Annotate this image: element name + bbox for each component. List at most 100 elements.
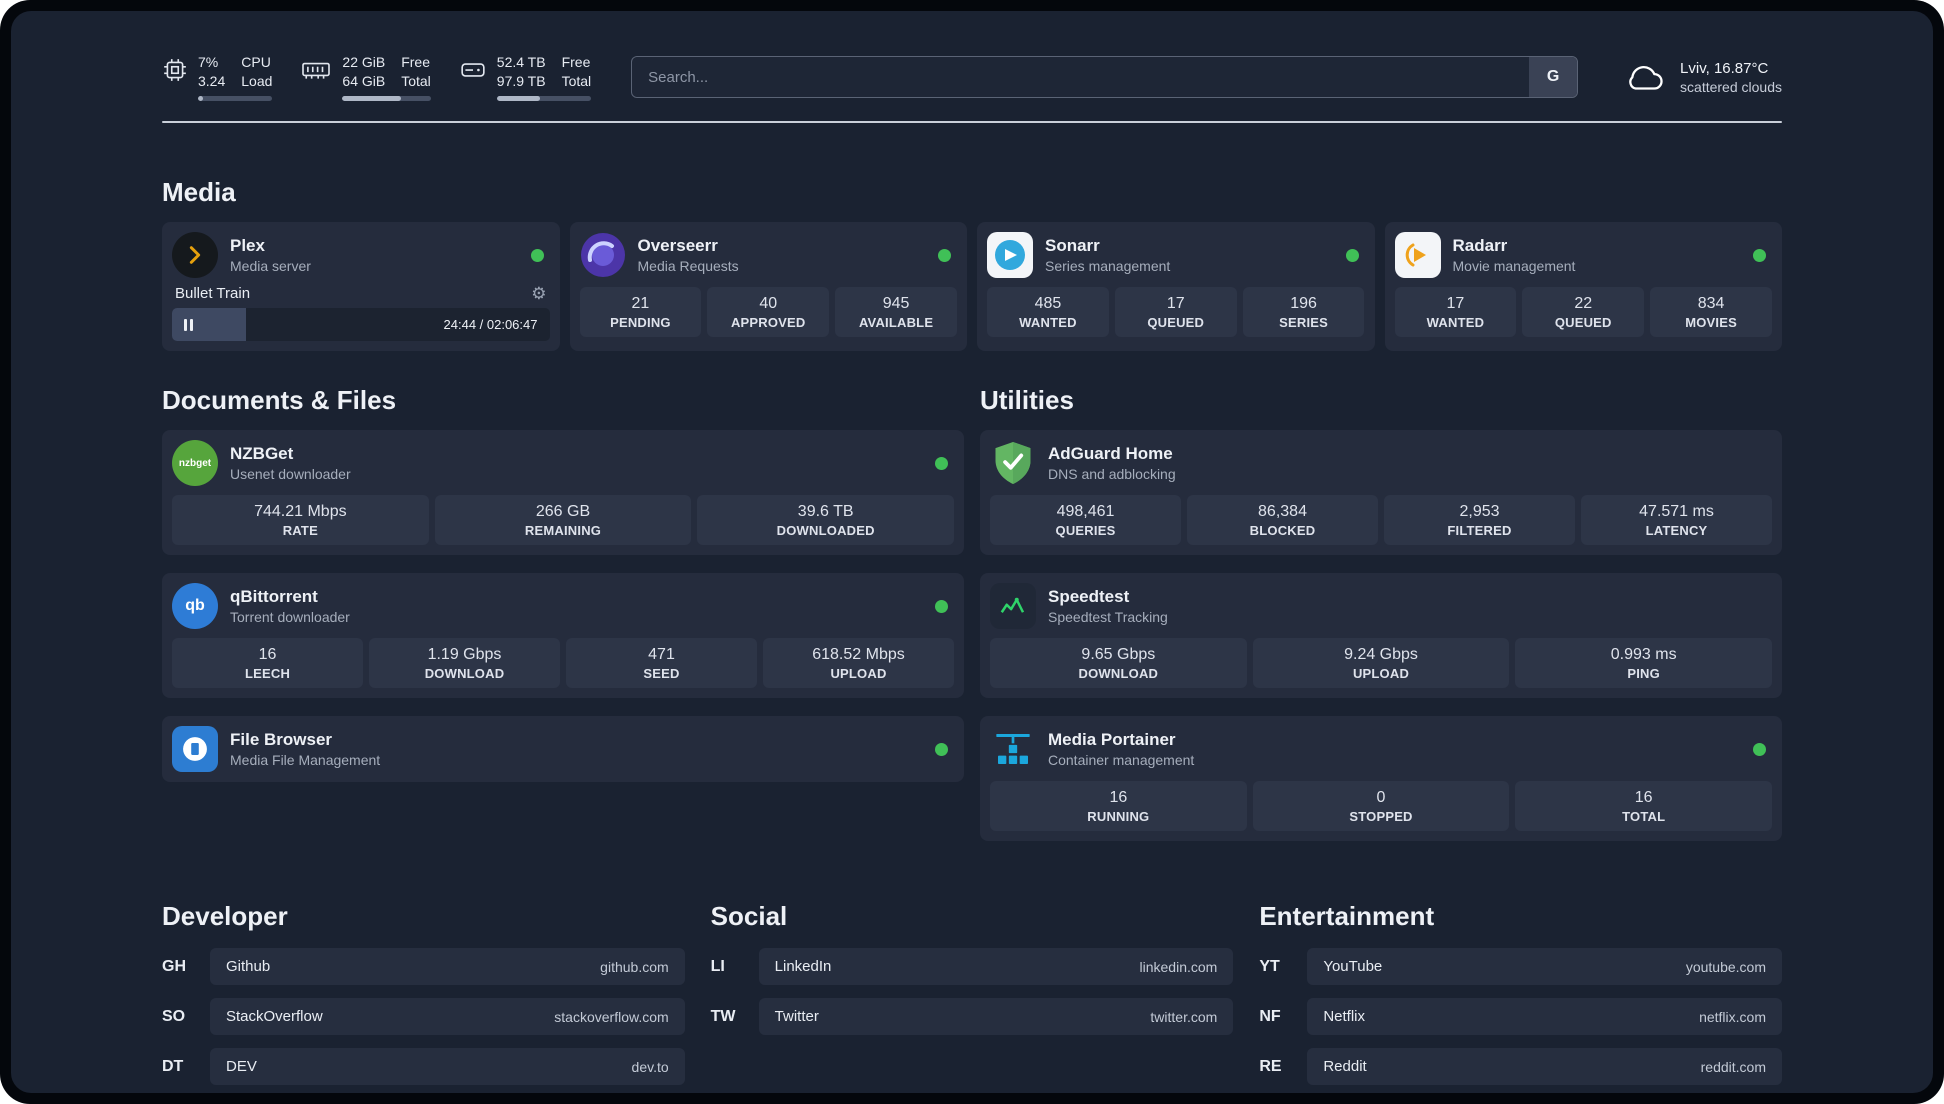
bookmark-link-dev[interactable]: DEV dev.to	[210, 1048, 685, 1085]
stat-box: 834 MOVIES	[1650, 287, 1772, 337]
stat-box: 945 AVAILABLE	[835, 287, 957, 337]
stat-value: 196	[1290, 295, 1317, 312]
stat-value: 498,461	[1056, 503, 1115, 520]
bookmark-abbr: DT	[162, 1057, 184, 1075]
stat-box: 9.24 Gbps UPLOAD	[1252, 638, 1510, 688]
stat-label: LATENCY	[1645, 523, 1708, 538]
search-engine-button[interactable]: G	[1529, 57, 1578, 97]
qbittorrent-header[interactable]: qb qBittorrent Torrent downloader	[172, 583, 954, 629]
now-playing-title: Bullet Train	[175, 285, 251, 302]
settings-gear-icon[interactable]: ⚙	[531, 285, 546, 302]
portainer-header[interactable]: Media Portainer Container management	[990, 726, 1772, 772]
filebrowser-icon	[172, 726, 218, 772]
bookmark-link-linkedin[interactable]: LinkedIn linkedin.com	[758, 948, 1234, 985]
filebrowser-card: File Browser Media File Management	[162, 716, 964, 782]
stat-value: 40	[759, 295, 778, 312]
bookmark-row: SO StackOverflow stackoverflow.com	[162, 998, 685, 1035]
adguard-header[interactable]: AdGuard Home DNS and adblocking	[990, 440, 1772, 486]
nzbget-header[interactable]: nzbget NZBGet Usenet downloader	[172, 440, 954, 486]
stat-label: DOWNLOAD	[424, 666, 505, 681]
stat-box: 39.6 TB DOWNLOADED	[697, 495, 955, 545]
sonarr-header[interactable]: Sonarr Series management	[987, 232, 1365, 278]
app-subtitle: Speedtest Tracking	[1048, 609, 1168, 626]
sonarr-stats: 485 WANTED 17 QUEUED 196 SERIES	[987, 287, 1365, 337]
overseerr-stats: 21 PENDING 40 APPROVED 945 AVAILABLE	[579, 287, 958, 337]
memory-label-bottom: Total	[401, 72, 431, 89]
stat-label: FILTERED	[1447, 523, 1512, 538]
stat-value: 618.52 Mbps	[812, 646, 905, 663]
radarr-header[interactable]: Radarr Movie management	[1394, 232, 1773, 278]
app-subtitle: Media Requests	[637, 258, 739, 275]
pause-icon[interactable]	[184, 318, 196, 331]
stat-box: 0.993 ms PING	[1515, 638, 1773, 688]
speedtest-icon	[990, 583, 1036, 629]
utilities-column: Utilities AdGuard Home DNS and adblockin…	[980, 385, 1782, 859]
topbar-divider	[162, 121, 1782, 123]
overseerr-header[interactable]: Overseerr Media Requests	[580, 232, 958, 278]
bookmark-link-reddit[interactable]: Reddit reddit.com	[1307, 1048, 1782, 1085]
playback-progress-bar[interactable]: 24:44 / 02:06:47	[172, 308, 550, 341]
stat-value: 21	[631, 295, 650, 312]
portainer-stats: 16 RUNNING 0 STOPPED 16 TOTAL	[990, 781, 1773, 831]
qbittorrent-icon-text: qb	[185, 597, 205, 614]
stat-label: SERIES	[1279, 315, 1329, 330]
disk-free-value: 52.4 TB	[496, 54, 546, 71]
stat-box: 498,461 QUERIES	[990, 495, 1181, 545]
stat-value: 16	[1109, 789, 1128, 806]
radarr-icon	[1394, 232, 1441, 278]
stat-box: 17 QUEUED	[1114, 287, 1237, 337]
stat-box: 9.65 Gbps DOWNLOAD	[990, 638, 1247, 688]
stat-label: DOWNLOAD	[1078, 666, 1159, 681]
bookmark-row: DT DEV dev.to	[162, 1048, 685, 1085]
bookmark-link-netflix[interactable]: Netflix netflix.com	[1307, 998, 1782, 1035]
bookmark-link-stackoverflow[interactable]: StackOverflow stackoverflow.com	[210, 998, 685, 1035]
disk-widget: 52.4 TB 97.9 TB Free Total	[459, 53, 592, 101]
stat-value: 9.65 Gbps	[1081, 646, 1156, 663]
bookmark-url: twitter.com	[1150, 1008, 1218, 1025]
stat-label: TOTAL	[1622, 809, 1666, 824]
stat-value: 86,384	[1258, 503, 1307, 520]
bookmark-link-youtube[interactable]: YouTube youtube.com	[1307, 948, 1782, 985]
bookmarks-grid: Developer GH Github github.com SO StackO…	[162, 901, 1782, 1093]
stat-box: 16 RUNNING	[990, 781, 1247, 831]
bookmark-link-twitter[interactable]: Twitter twitter.com	[758, 998, 1234, 1035]
status-dot	[1753, 742, 1766, 756]
bookmark-url: netflix.com	[1699, 1008, 1766, 1025]
ram-icon	[300, 57, 332, 83]
app-name: Overseerr	[637, 235, 718, 255]
speedtest-stats: 9.65 Gbps DOWNLOAD 9.24 Gbps UPLOAD 0.99…	[990, 638, 1773, 688]
stat-label: APPROVED	[730, 315, 806, 330]
section-title-entertainment: Entertainment	[1259, 901, 1435, 931]
app-name: Radarr	[1452, 235, 1508, 255]
bookmark-abbr: SO	[162, 1007, 186, 1025]
filebrowser-header[interactable]: File Browser Media File Management	[172, 726, 954, 772]
status-dot	[938, 248, 951, 262]
search-bar: G	[631, 56, 1579, 98]
cpu-usage-fill	[198, 95, 204, 101]
bookmark-abbr: YT	[1259, 957, 1280, 975]
bookmark-abbr: LI	[710, 957, 725, 975]
qbittorrent-icon: qb	[172, 583, 218, 629]
stat-value: 9.24 Gbps	[1344, 646, 1418, 663]
nzbget-icon-text: nzbget	[178, 457, 212, 469]
cpu-usage-bar	[198, 95, 273, 101]
stat-label: PING	[1627, 666, 1660, 681]
bookmark-link-github[interactable]: Github github.com	[210, 948, 685, 985]
bookmark-row: NF Netflix netflix.com	[1259, 998, 1782, 1035]
stat-value: 22	[1574, 295, 1593, 312]
stat-value: 17	[1166, 295, 1185, 312]
cpu-percent: 7%	[198, 54, 219, 71]
stat-label: QUERIES	[1055, 523, 1116, 538]
cpu-widget: 7% 3.24 CPU Load	[162, 53, 273, 101]
sonarr-icon	[987, 232, 1033, 278]
app-name: Plex	[230, 235, 265, 255]
stat-box: 86,384 BLOCKED	[1187, 495, 1378, 545]
disk-usage-fill	[496, 95, 541, 101]
status-dot	[935, 456, 948, 470]
search-input[interactable]	[632, 57, 1530, 97]
stat-value: 1.19 Gbps	[427, 646, 502, 663]
memory-total-value: 64 GiB	[342, 72, 386, 89]
plex-header[interactable]: Plex Media server	[172, 232, 550, 278]
stat-box: 471 SEED	[566, 638, 757, 688]
speedtest-header[interactable]: Speedtest Speedtest Tracking	[990, 583, 1772, 629]
